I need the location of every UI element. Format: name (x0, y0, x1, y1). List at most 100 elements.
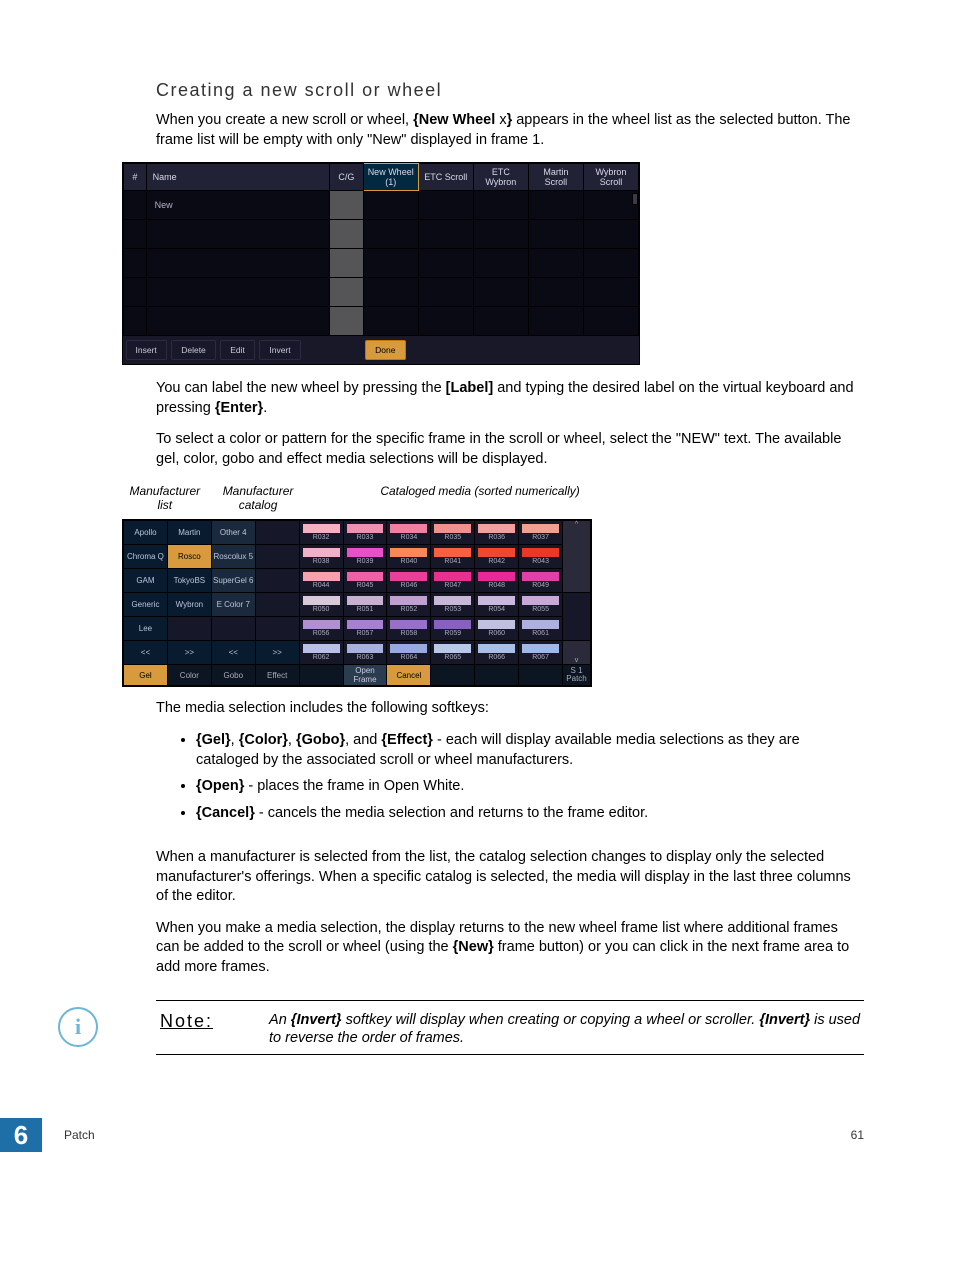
frame-cell[interactable] (418, 191, 473, 220)
frame-cell[interactable] (473, 191, 528, 220)
mfr-generic[interactable]: Generic (124, 593, 168, 617)
media-chip[interactable]: R038 (299, 545, 343, 569)
mfr-wybron[interactable]: Wybron (167, 593, 211, 617)
invert-button[interactable]: Invert (259, 340, 300, 360)
media-chip[interactable]: R043 (519, 545, 563, 569)
media-chip[interactable]: R062 (299, 641, 343, 665)
mfr-tokyobs[interactable]: TokyoBS (167, 569, 211, 593)
frame-cell[interactable] (528, 191, 583, 220)
media-chip[interactable]: R061 (519, 617, 563, 641)
softkeys-intro: The media selection includes the followi… (156, 699, 864, 719)
softkey-gel[interactable]: Gel (124, 665, 168, 686)
media-chip[interactable]: R066 (475, 641, 519, 665)
media-chip[interactable]: R063 (343, 641, 387, 665)
wheel-new[interactable]: New Wheel (1) (363, 164, 418, 191)
media-chip[interactable]: R059 (431, 617, 475, 641)
scroll-up[interactable]: ^ (563, 521, 591, 593)
media-chip[interactable]: R060 (475, 617, 519, 641)
cat-other4[interactable]: Other 4 (211, 521, 255, 545)
frame-cell[interactable] (363, 191, 418, 220)
wheel-editor-screenshot: # Name C/G New Wheel (1) ETC Scroll ETC … (122, 162, 640, 365)
softkey-open[interactable]: Open Frame (343, 665, 387, 686)
media-chip[interactable]: R039 (343, 545, 387, 569)
scroll-down[interactable]: v (563, 641, 591, 665)
media-chip[interactable]: R049 (519, 569, 563, 593)
softkey-effect[interactable]: Effect (255, 665, 299, 686)
softkey-list: {Gel}, {Color}, {Gobo}, and {Effect} - e… (156, 731, 864, 823)
insert-button[interactable]: Insert (126, 340, 167, 360)
media-chip[interactable]: R037 (519, 521, 563, 545)
softkey-gobo[interactable]: Gobo (211, 665, 255, 686)
media-picker-screenshot: Apollo Martin Other 4 R032 R033 R034 R03… (122, 519, 592, 687)
media-chip[interactable]: R058 (387, 617, 431, 641)
mfr-martin[interactable]: Martin (167, 521, 211, 545)
media-chip[interactable]: R041 (431, 545, 475, 569)
media-chip[interactable]: R064 (387, 641, 431, 665)
info-icon: i (58, 1007, 98, 1047)
section-name: Patch (64, 1128, 95, 1142)
media-chip[interactable]: R034 (387, 521, 431, 545)
col-num: # (124, 164, 147, 191)
media-chip[interactable]: R055 (519, 593, 563, 617)
media-chip[interactable]: R047 (431, 569, 475, 593)
return-para: When you make a media selection, the dis… (156, 919, 864, 978)
softkey-color[interactable]: Color (167, 665, 211, 686)
media-chip[interactable]: R033 (343, 521, 387, 545)
mfr-prev[interactable]: << (124, 641, 168, 665)
done-button[interactable]: Done (365, 340, 405, 360)
media-chip[interactable]: R065 (431, 641, 475, 665)
page-footer: 6 Patch 61 (0, 1118, 954, 1152)
wheel-etc-scroll[interactable]: ETC Scroll (418, 164, 473, 191)
media-chip[interactable]: R053 (431, 593, 475, 617)
media-chip[interactable]: R036 (475, 521, 519, 545)
mfr-gam[interactable]: GAM (124, 569, 168, 593)
media-chip[interactable]: R042 (475, 545, 519, 569)
frame-cell[interactable] (124, 191, 147, 220)
media-chip[interactable]: R051 (343, 593, 387, 617)
media-chip[interactable]: R035 (431, 521, 475, 545)
delete-button[interactable]: Delete (171, 340, 216, 360)
cat-prev[interactable]: << (211, 641, 255, 665)
mfr-lee[interactable]: Lee (124, 617, 168, 641)
cat-roscolux5[interactable]: Roscolux 5 (211, 545, 255, 569)
cat-ecolor7[interactable]: E Color 7 (211, 593, 255, 617)
scrollbar-thumb[interactable] (632, 193, 638, 205)
media-chip[interactable]: R044 (299, 569, 343, 593)
media-chip[interactable]: R032 (299, 521, 343, 545)
media-chip[interactable]: R045 (343, 569, 387, 593)
media-chip[interactable]: R054 (475, 593, 519, 617)
ss2-labels: Manufacturer list Manufacturer catalog C… (122, 481, 590, 515)
media-chip[interactable]: R050 (299, 593, 343, 617)
media-chip[interactable]: R057 (343, 617, 387, 641)
media-chip[interactable]: R052 (387, 593, 431, 617)
heading: Creating a new scroll or wheel (156, 80, 864, 101)
frame-cell[interactable] (583, 191, 638, 220)
mfr-next[interactable]: >> (167, 641, 211, 665)
note-label: Note: (160, 1011, 213, 1032)
label-para: You can label the new wheel by pressing … (156, 379, 864, 418)
mfr-rosco[interactable]: Rosco (167, 545, 211, 569)
edit-button[interactable]: Edit (220, 340, 255, 360)
mfr-chromaq[interactable]: Chroma Q (124, 545, 168, 569)
page-number: 61 (851, 1128, 864, 1142)
softkey-cancel[interactable]: Cancel (387, 665, 431, 686)
patch-indicator: S 1 Patch (563, 665, 591, 686)
mfr-para: When a manufacturer is selected from the… (156, 848, 864, 907)
media-chip[interactable]: R056 (299, 617, 343, 641)
select-para: To select a color or pattern for the spe… (156, 430, 864, 469)
col-name: Name (146, 164, 330, 191)
cat-next[interactable]: >> (255, 641, 299, 665)
frame-new[interactable]: New (146, 191, 330, 220)
media-chip[interactable]: R067 (519, 641, 563, 665)
cat-supergel6[interactable]: SuperGel 6 (211, 569, 255, 593)
mfr-apollo[interactable]: Apollo (124, 521, 168, 545)
frame-cg[interactable] (330, 191, 363, 220)
wheel-etc-wybron[interactable]: ETC Wybron (473, 164, 528, 191)
media-chip[interactable]: R048 (475, 569, 519, 593)
col-cg: C/G (330, 164, 363, 191)
wheel-wybron[interactable]: Wybron Scroll (583, 164, 638, 191)
chapter-number: 6 (0, 1118, 42, 1152)
media-chip[interactable]: R046 (387, 569, 431, 593)
wheel-martin[interactable]: Martin Scroll (528, 164, 583, 191)
media-chip[interactable]: R040 (387, 545, 431, 569)
